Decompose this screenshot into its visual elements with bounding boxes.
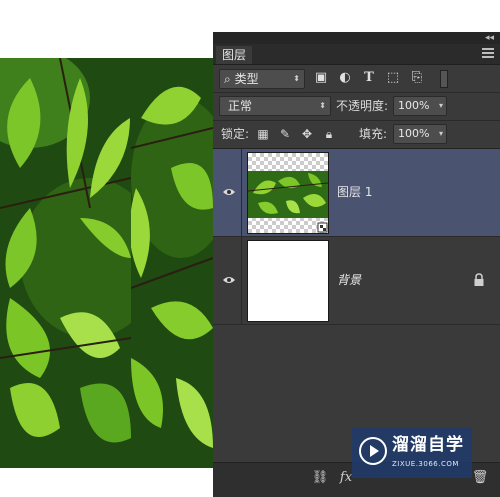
layer-name[interactable]: 图层 1	[337, 183, 372, 201]
lock-label: 锁定:	[221, 127, 250, 141]
layer-name[interactable]: 背景	[337, 271, 361, 289]
lock-icon[interactable]	[473, 273, 485, 287]
smart-object-filter-icon[interactable]: ⎘	[409, 69, 425, 87]
blend-row: 正常 ⬍ 不透明度: 100% ▾	[213, 92, 500, 121]
search-icon: ⌕	[224, 72, 231, 86]
layer-thumbnail[interactable]	[247, 240, 329, 322]
filter-toggle[interactable]	[440, 70, 448, 88]
lock-row: 锁定: ▦ ✎ ✥ 🔒︎ 填充: 100% ▾	[213, 120, 500, 149]
filter-row: ⌕ 类型 ⬍ ▣ ◐ T ⬚ ⎘	[213, 64, 500, 93]
layer-thumbnail[interactable]	[247, 152, 329, 234]
tab-layers[interactable]: 图层	[216, 46, 253, 64]
fill-label: 填充:	[359, 127, 388, 141]
chevron-down-icon[interactable]: ▾	[439, 125, 443, 143]
canvas-image-right	[131, 58, 213, 468]
canvas-image-left	[0, 58, 131, 468]
watermark-title: 溜溜自学	[392, 435, 464, 455]
panel-tab-strip: 图层	[213, 44, 500, 65]
fill-field[interactable]: 100% ▾	[393, 124, 447, 144]
collapse-icon[interactable]: ◂◂	[485, 32, 494, 44]
lock-transparent-pixels-icon[interactable]: ▦	[255, 125, 271, 143]
layers-panel: ◂◂ 图层 ⌕ 类型 ⬍ ▣ ◐ T ⬚ ⎘ 正常 ⬍ 不透明度: 100% ▾…	[213, 32, 500, 497]
filter-kind-dropdown[interactable]: ⌕ 类型 ⬍	[219, 69, 305, 89]
document-canvas[interactable]	[0, 0, 213, 496]
updown-arrow-icon: ⬍	[319, 101, 326, 110]
lock-image-pixels-icon[interactable]: ✎	[277, 125, 293, 143]
shape-filter-icon[interactable]: ⬚	[385, 69, 401, 87]
play-logo-icon	[359, 437, 387, 465]
delete-layer-icon[interactable]: 🗑︎	[471, 469, 489, 487]
watermark: 溜溜自学 ZIXUE.3066.COM	[352, 428, 472, 478]
layer-row[interactable]: 图层 1	[213, 149, 500, 237]
filter-kind-label: 类型	[234, 72, 259, 86]
fill-value: 100%	[398, 127, 430, 140]
opacity-field[interactable]: 100% ▾	[393, 96, 447, 116]
lock-position-icon[interactable]: ✥	[299, 125, 315, 143]
blend-mode-dropdown[interactable]: 正常 ⬍	[219, 96, 331, 116]
type-filter-icon[interactable]: T	[361, 69, 377, 87]
opacity-value: 100%	[398, 99, 430, 112]
panel-menu-icon[interactable]	[482, 48, 494, 58]
watermark-url: ZIXUE.3066.COM	[392, 460, 459, 468]
image-filter-icon[interactable]: ▣	[313, 69, 329, 87]
chevron-down-icon[interactable]: ▾	[439, 97, 443, 115]
eye-icon[interactable]	[222, 185, 236, 199]
adjustment-filter-icon[interactable]: ◐	[337, 69, 353, 87]
panel-title-bar[interactable]: ◂◂	[213, 32, 500, 44]
eye-icon[interactable]	[222, 273, 236, 287]
layer-row[interactable]: 背景	[213, 237, 500, 325]
opacity-label: 不透明度:	[336, 99, 389, 113]
row-divider	[241, 237, 242, 324]
updown-arrow-icon: ⬍	[293, 74, 300, 83]
lock-all-icon[interactable]: 🔒︎	[321, 125, 337, 143]
row-divider	[241, 149, 242, 236]
blend-mode-value: 正常	[228, 99, 253, 113]
link-layers-icon[interactable]: ⛓	[311, 469, 329, 487]
